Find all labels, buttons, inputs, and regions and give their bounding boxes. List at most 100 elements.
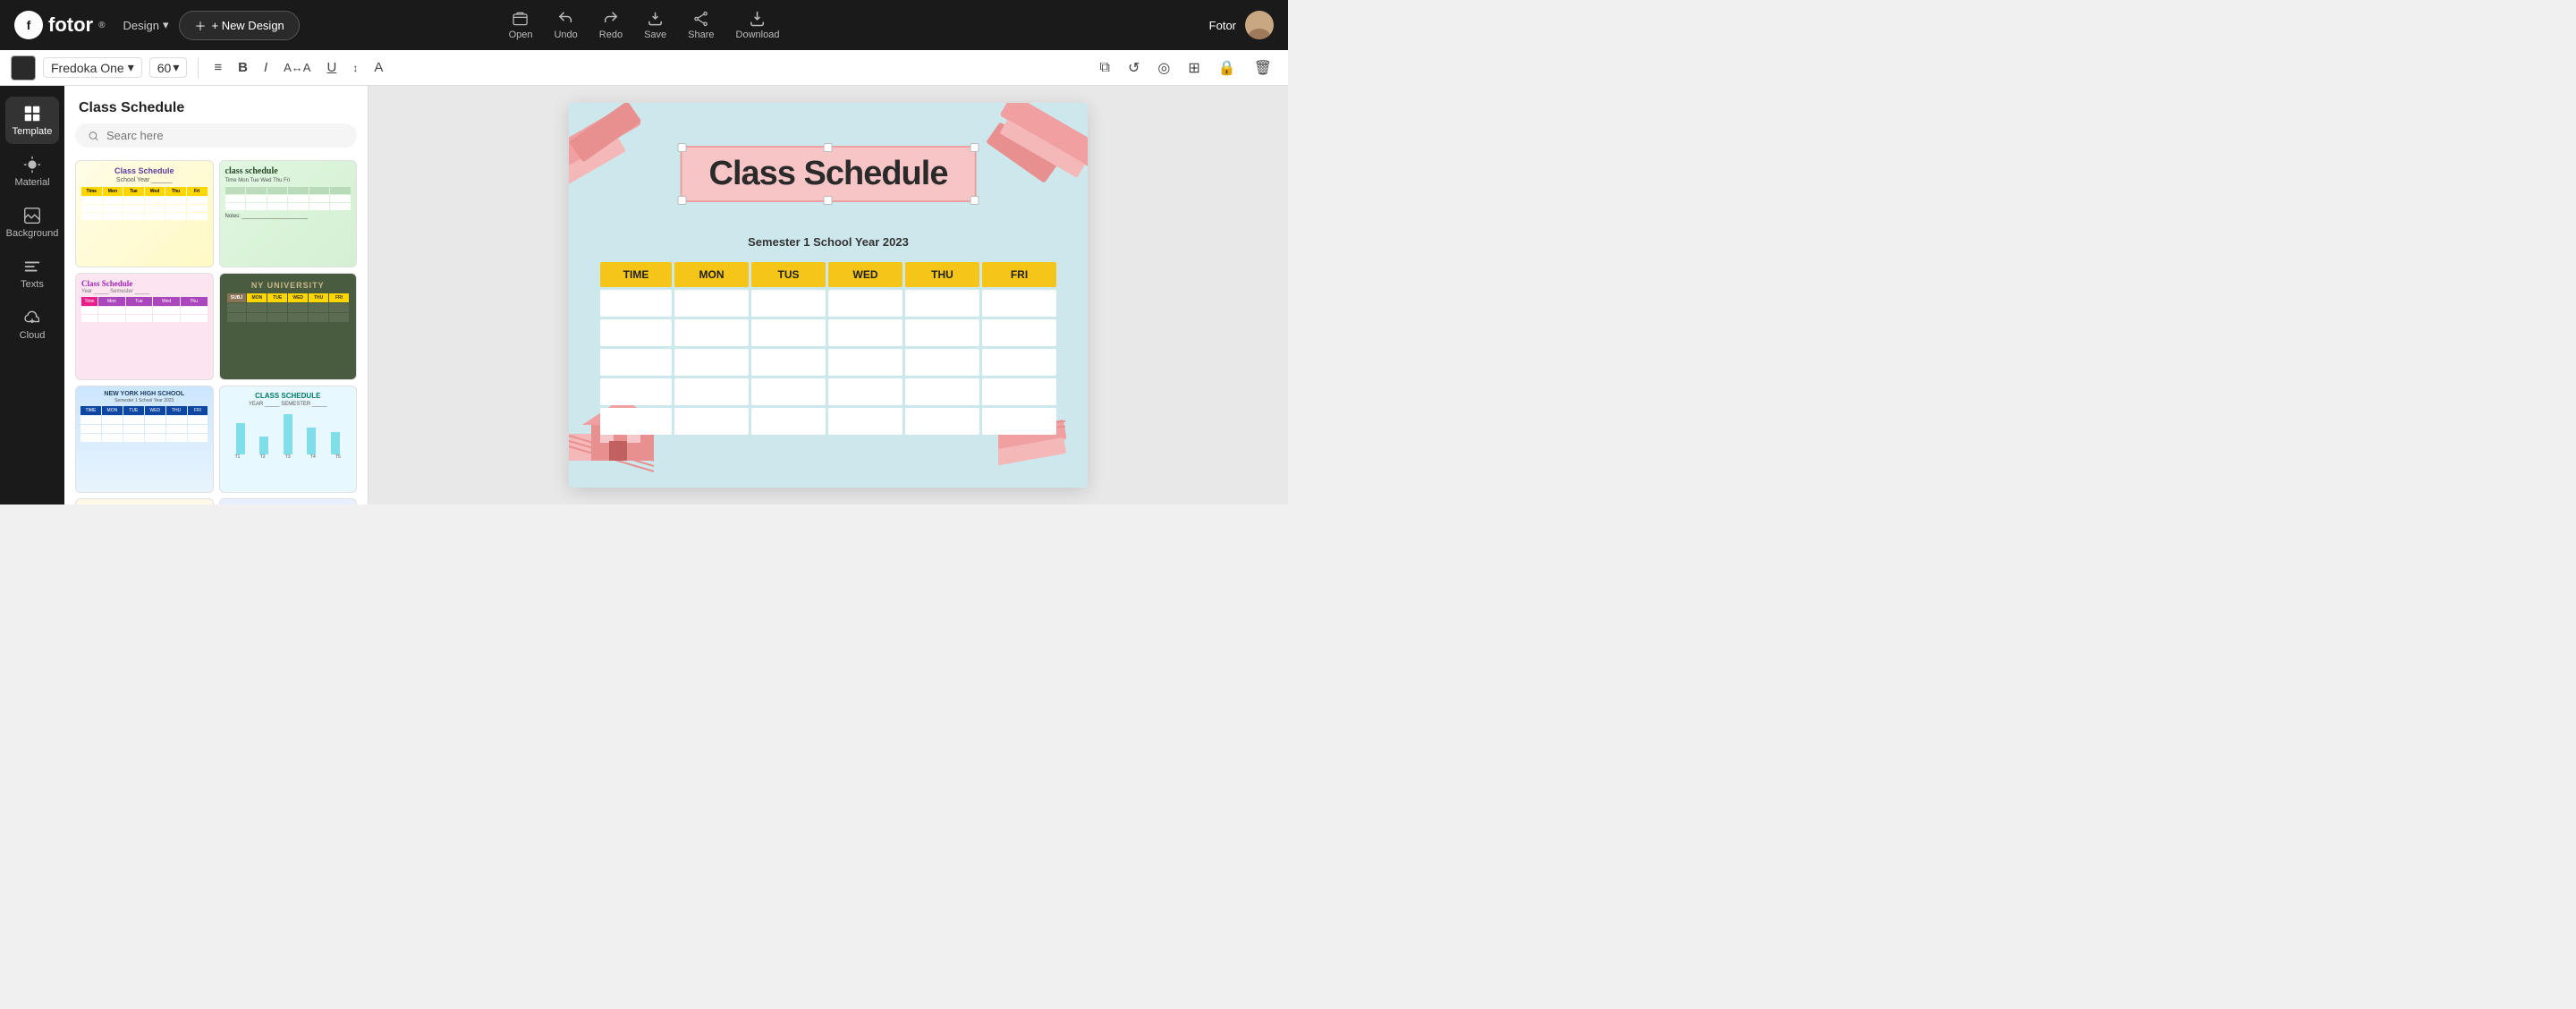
tmpl1-subtitle: School Year ______: [81, 177, 208, 183]
template-card-1[interactable]: Class Schedule School Year ______ Time M…: [75, 160, 214, 267]
undo-tool[interactable]: Undo: [554, 10, 577, 40]
share-icon: [692, 10, 710, 28]
new-design-button[interactable]: ＋ + New Design: [179, 11, 299, 40]
redo-tool[interactable]: Redo: [599, 10, 623, 40]
col-thu: THU: [905, 262, 979, 287]
cell-r2c5[interactable]: [982, 319, 1056, 346]
share-label: Share: [688, 30, 714, 40]
center-toolbar: Open Undo Redo Save Share Download: [509, 10, 780, 40]
search-input[interactable]: [106, 129, 344, 142]
sidebar-item-cloud[interactable]: Cloud: [5, 301, 59, 348]
save-icon: [647, 10, 665, 28]
handle-bm[interactable]: [824, 196, 833, 205]
handle-bl[interactable]: [678, 196, 687, 205]
sidebar-item-template[interactable]: Template: [5, 97, 59, 144]
italic-button[interactable]: I: [259, 58, 272, 77]
deco-top-right: [962, 103, 1088, 228]
sidebar-item-texts[interactable]: Texts: [5, 250, 59, 297]
cell-r4c0[interactable]: [600, 378, 672, 405]
cell-r4c4[interactable]: [905, 378, 979, 405]
handle-tm[interactable]: [824, 143, 833, 152]
font-family-label: Fredoka One: [51, 61, 124, 75]
template-card-6[interactable]: CLASS SCHEDULE YEAR _____ SEMESTER _____…: [219, 386, 358, 493]
cell-r2c2[interactable]: [751, 319, 826, 346]
cell-r1c2[interactable]: [751, 290, 826, 317]
share-tool[interactable]: Share: [688, 10, 714, 40]
bold-button[interactable]: B: [233, 58, 252, 77]
cell-r2c0[interactable]: [600, 319, 672, 346]
template-search[interactable]: [75, 123, 357, 148]
handle-br[interactable]: [970, 196, 979, 205]
handle-tr[interactable]: [970, 143, 979, 152]
design-canvas[interactable]: Class Schedule Semester 1 School Year 20…: [569, 103, 1088, 488]
canvas-subtitle: Semester 1 School Year 2023: [569, 235, 1088, 249]
sidebar-item-material[interactable]: Material: [5, 148, 59, 195]
text-color-swatch[interactable]: [11, 55, 36, 81]
cell-r1c0[interactable]: [600, 290, 672, 317]
cell-r1c3[interactable]: [828, 290, 902, 317]
underline-button[interactable]: U: [322, 58, 341, 77]
template-card-8[interactable]: PAINTING COURSES ● ● ● ● ●: [219, 498, 358, 504]
sidebar-item-background[interactable]: Background: [5, 199, 59, 246]
letter-spacing-button[interactable]: A↔A: [279, 59, 315, 76]
logo-sup: ®: [98, 21, 105, 30]
title-element[interactable]: Class Schedule: [681, 146, 977, 202]
material-icon: [22, 155, 42, 174]
cell-r3c1[interactable]: [674, 349, 749, 376]
design-menu-button[interactable]: Design ▾: [123, 18, 168, 32]
cell-r5c5[interactable]: [982, 408, 1056, 435]
cell-r2c4[interactable]: [905, 319, 979, 346]
undo-label: Undo: [554, 30, 577, 40]
tmpl2-title: class schedule: [225, 166, 352, 176]
cell-r4c5[interactable]: [982, 378, 1056, 405]
tmpl1-title: Class Schedule: [81, 166, 208, 175]
cell-r1c5[interactable]: [982, 290, 1056, 317]
cell-r4c1[interactable]: [674, 378, 749, 405]
lock-button[interactable]: 🔒: [1213, 56, 1241, 80]
cell-r4c2[interactable]: [751, 378, 826, 405]
cloud-label: Cloud: [20, 330, 46, 341]
cell-r3c5[interactable]: [982, 349, 1056, 376]
save-tool[interactable]: Save: [644, 10, 666, 40]
cell-r3c3[interactable]: [828, 349, 902, 376]
cell-r3c2[interactable]: [751, 349, 826, 376]
font-family-selector[interactable]: Fredoka One ▾: [43, 57, 142, 78]
template-card-7[interactable]: Class Schedule Mon Tue Wed Thu Fri: [75, 498, 214, 504]
align-button[interactable]: ≡: [209, 58, 226, 77]
handle-tl[interactable]: [678, 143, 687, 152]
open-tool[interactable]: Open: [509, 10, 533, 40]
download-tool[interactable]: Download: [736, 10, 780, 40]
cell-r5c0[interactable]: [600, 408, 672, 435]
layers-button[interactable]: ⊞: [1182, 56, 1205, 80]
template-card-4[interactable]: NY UNIVERSITY SUBJ MON TUE WED THU FRI: [219, 273, 358, 380]
user-avatar[interactable]: [1245, 11, 1274, 39]
cell-r4c3[interactable]: [828, 378, 902, 405]
canvas-title: Class Schedule: [709, 155, 948, 192]
cell-r3c4[interactable]: [905, 349, 979, 376]
cell-r1c1[interactable]: [674, 290, 749, 317]
crop-button[interactable]: ◎: [1152, 56, 1175, 80]
line-height-button[interactable]: ↕: [348, 60, 362, 76]
cell-r2c3[interactable]: [828, 319, 902, 346]
template-card-5[interactable]: NEW YORK HIGH SCHOOL Semester 1 School Y…: [75, 386, 214, 493]
cell-r2c1[interactable]: [674, 319, 749, 346]
template-card-2[interactable]: class schedule Time Mon Tue Wed Thu Fri …: [219, 160, 358, 267]
texts-label: Texts: [21, 279, 44, 290]
cell-r5c4[interactable]: [905, 408, 979, 435]
search-icon: [88, 130, 99, 142]
cell-r5c1[interactable]: [674, 408, 749, 435]
delete-button[interactable]: 🗑: [1249, 56, 1277, 80]
col-mon: MON: [674, 262, 749, 287]
cell-r5c2[interactable]: [751, 408, 826, 435]
main-area: Template Material Background Texts Cloud…: [0, 86, 1288, 504]
rotate-button[interactable]: ↺: [1123, 56, 1145, 80]
download-icon: [749, 10, 767, 28]
font-case-button[interactable]: A: [369, 58, 387, 77]
template-card-3[interactable]: Class Schedule Year _____ Semester _____…: [75, 273, 214, 380]
font-size-selector[interactable]: 60 ▾: [149, 57, 188, 78]
cell-r3c0[interactable]: [600, 349, 672, 376]
cell-r5c3[interactable]: [828, 408, 902, 435]
cell-r1c4[interactable]: [905, 290, 979, 317]
duplicate-button[interactable]: ⧉: [1095, 57, 1115, 79]
col-time: TIME: [600, 262, 672, 287]
